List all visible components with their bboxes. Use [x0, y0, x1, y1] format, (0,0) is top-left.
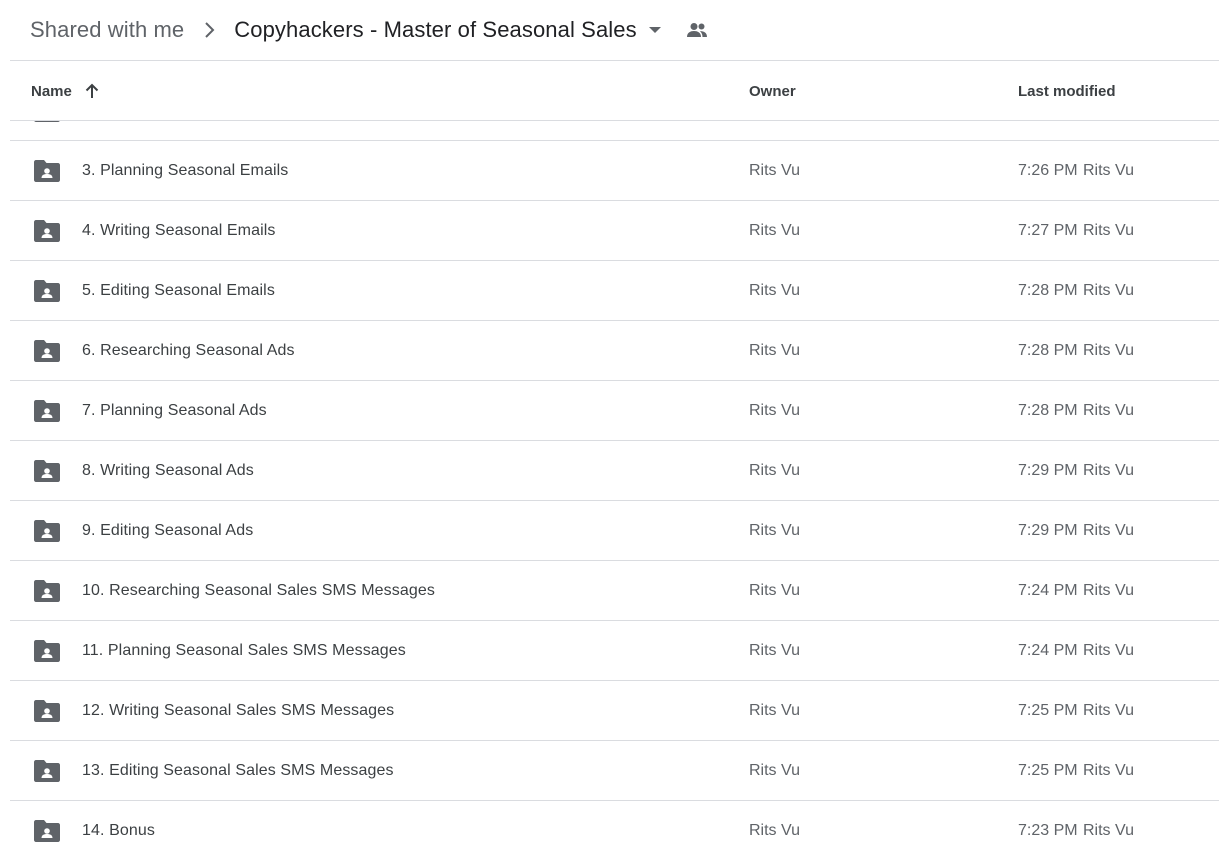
file-owner: Rits Vu	[749, 762, 800, 779]
column-last-modified-label: Last modified	[1018, 82, 1116, 100]
file-owner: Rits Vu	[749, 462, 800, 479]
file-modified-time: 7:24 PM	[1018, 642, 1078, 659]
file-owner: Rits Vu	[749, 582, 800, 599]
file-owner: Rits Vu	[749, 702, 800, 719]
file-row[interactable]: 13. Editing Seasonal Sales SMS Messages …	[10, 741, 1219, 801]
file-modified-by: Rits Vu	[1083, 522, 1134, 539]
file-name: 4. Writing Seasonal Emails	[82, 222, 276, 239]
shared-folder-icon	[34, 121, 60, 122]
shared-folder-icon	[34, 760, 60, 782]
file-name: 5. Editing Seasonal Emails	[82, 282, 275, 299]
file-modified-by: Rits Vu	[1083, 162, 1134, 179]
file-modified-time: 7:27 PM	[1018, 222, 1078, 239]
file-modified-by: Rits Vu	[1083, 282, 1134, 299]
file-row[interactable]: 4. Writing Seasonal Emails Rits Vu 7:27 …	[10, 201, 1219, 261]
breadcrumb-current-folder[interactable]: Copyhackers - Master of Seasonal Sales	[234, 17, 636, 43]
file-name: 8. Writing Seasonal Ads	[82, 462, 254, 479]
file-list-rows: 3. Planning Seasonal Emails Rits Vu 7:26…	[10, 121, 1219, 856]
file-row[interactable]: 7. Planning Seasonal Ads Rits Vu 7:28 PM…	[10, 381, 1219, 441]
file-name: 10. Researching Seasonal Sales SMS Messa…	[82, 582, 435, 599]
shared-folder-icon	[34, 520, 60, 542]
chevron-right-icon	[184, 21, 234, 39]
shared-folder-icon	[34, 820, 60, 842]
shared-folder-icon	[34, 580, 60, 602]
column-header-name[interactable]: Name	[31, 61, 100, 121]
file-owner: Rits Vu	[749, 342, 800, 359]
file-modified-time: 7:29 PM	[1018, 462, 1078, 479]
file-name: 11. Planning Seasonal Sales SMS Messages	[82, 642, 406, 659]
file-modified-by: Rits Vu	[1083, 822, 1134, 839]
breadcrumb: Shared with me Copyhackers - Master of S…	[0, 0, 1219, 60]
shared-folder-icon	[34, 220, 60, 242]
file-name: 7. Planning Seasonal Ads	[82, 402, 267, 419]
column-header-row: Name Owner Last modified	[10, 61, 1219, 121]
shared-folder-icon	[34, 400, 60, 422]
file-name: 14. Bonus	[82, 822, 155, 839]
file-modified-time: 7:28 PM	[1018, 342, 1078, 359]
file-modified-time: 7:25 PM	[1018, 702, 1078, 719]
file-row[interactable]	[10, 121, 1219, 141]
file-modified-by: Rits Vu	[1083, 642, 1134, 659]
file-row[interactable]: 5. Editing Seasonal Emails Rits Vu 7:28 …	[10, 261, 1219, 321]
shared-folder-icon	[34, 160, 60, 182]
file-name: 9. Editing Seasonal Ads	[82, 522, 254, 539]
file-modified-by: Rits Vu	[1083, 342, 1134, 359]
breadcrumb-shared-with-me[interactable]: Shared with me	[30, 17, 184, 43]
file-modified-time: 7:23 PM	[1018, 822, 1078, 839]
file-row[interactable]: 11. Planning Seasonal Sales SMS Messages…	[10, 621, 1219, 681]
file-modified-time: 7:25 PM	[1018, 762, 1078, 779]
file-modified-by: Rits Vu	[1083, 462, 1134, 479]
file-row[interactable]: 12. Writing Seasonal Sales SMS Messages …	[10, 681, 1219, 741]
file-modified-by: Rits Vu	[1083, 222, 1134, 239]
shared-folder-icon	[34, 280, 60, 302]
file-owner: Rits Vu	[749, 282, 800, 299]
file-name: 3. Planning Seasonal Emails	[82, 162, 289, 179]
shared-folder-icon	[34, 700, 60, 722]
file-modified-time: 7:28 PM	[1018, 402, 1078, 419]
file-owner: Rits Vu	[749, 402, 800, 419]
shared-folder-icon	[34, 460, 60, 482]
shared-folder-icon	[34, 340, 60, 362]
file-row[interactable]: 14. Bonus Rits Vu 7:23 PM Rits Vu	[10, 801, 1219, 856]
people-icon	[685, 18, 709, 42]
file-owner: Rits Vu	[749, 642, 800, 659]
file-row[interactable]: 9. Editing Seasonal Ads Rits Vu 7:29 PM …	[10, 501, 1219, 561]
file-modified-time: 7:29 PM	[1018, 522, 1078, 539]
file-owner: Rits Vu	[749, 162, 800, 179]
file-modified-by: Rits Vu	[1083, 582, 1134, 599]
file-row[interactable]: 6. Researching Seasonal Ads Rits Vu 7:28…	[10, 321, 1219, 381]
arrow-drop-down-icon[interactable]	[645, 20, 665, 40]
file-list[interactable]: 3. Planning Seasonal Emails Rits Vu 7:26…	[10, 121, 1219, 856]
file-modified-by: Rits Vu	[1083, 402, 1134, 419]
file-name: 12. Writing Seasonal Sales SMS Messages	[82, 702, 395, 719]
column-name-label: Name	[31, 82, 72, 100]
file-modified-by: Rits Vu	[1083, 702, 1134, 719]
column-owner-label: Owner	[749, 82, 796, 100]
column-header-last-modified[interactable]: Last modified	[1018, 61, 1116, 121]
column-header-owner[interactable]: Owner	[749, 61, 796, 121]
file-name: 13. Editing Seasonal Sales SMS Messages	[82, 762, 394, 779]
file-modified-time: 7:28 PM	[1018, 282, 1078, 299]
file-owner: Rits Vu	[749, 222, 800, 239]
file-row[interactable]: 3. Planning Seasonal Emails Rits Vu 7:26…	[10, 141, 1219, 201]
file-row[interactable]: 8. Writing Seasonal Ads Rits Vu 7:29 PM …	[10, 441, 1219, 501]
shared-folder-icon	[34, 640, 60, 662]
file-modified-time: 7:26 PM	[1018, 162, 1078, 179]
file-modified-by: Rits Vu	[1083, 762, 1134, 779]
file-row[interactable]: 10. Researching Seasonal Sales SMS Messa…	[10, 561, 1219, 621]
file-owner: Rits Vu	[749, 822, 800, 839]
arrow-upward-icon[interactable]	[84, 83, 100, 99]
file-name: 6. Researching Seasonal Ads	[82, 342, 295, 359]
file-modified-time: 7:24 PM	[1018, 582, 1078, 599]
file-owner: Rits Vu	[749, 522, 800, 539]
